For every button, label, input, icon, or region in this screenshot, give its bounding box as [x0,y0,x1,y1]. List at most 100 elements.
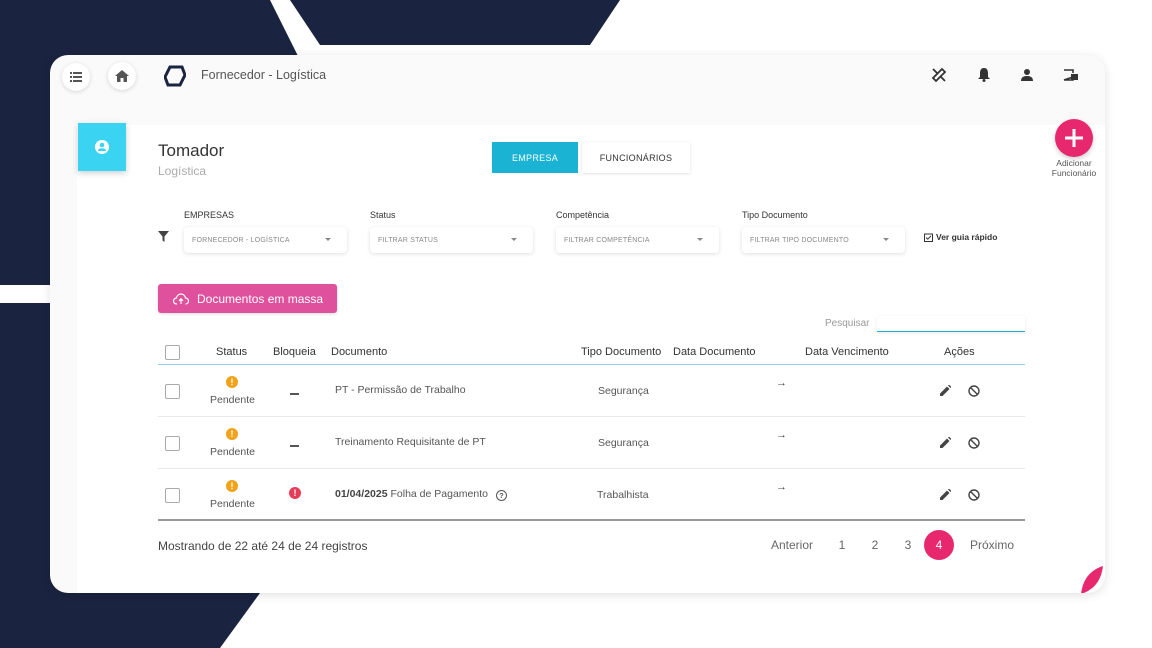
app-window: Fornecedor - Logística Tomador Logística… [50,55,1105,593]
pagination-page-3[interactable]: 3 [893,530,923,560]
pagination-page-1[interactable]: 1 [827,530,857,560]
menu-button[interactable] [62,63,90,91]
pencil-icon[interactable] [940,385,951,396]
row-documento: Treinamento Requisitante de PT [335,436,486,448]
mass-documents-button[interactable]: Documentos em massa [158,284,337,313]
filter-competencia-value: FILTRAR COMPETÊNCIA [564,236,650,244]
plus-icon [1065,129,1083,147]
filter-empresas-value: FORNECEDOR - LOGÍSTICA [192,236,290,244]
profile-avatar [78,123,126,171]
header-data-vencimento: Data Vencimento [805,346,889,358]
row-tipo: Segurança [598,437,649,449]
pagination-page-4[interactable]: 4 [924,530,954,560]
pagination-info: Mostrando de 22 até 24 de 24 registros [158,539,368,553]
tab-empresa[interactable]: EMPRESA [492,142,578,173]
no-block-indicator [290,445,299,447]
decorative-leaf-icon [1081,566,1103,593]
background-shape-top [290,0,620,45]
arrow-right-icon: → [776,377,787,389]
filter-status-value: FILTRAR STATUS [378,236,438,244]
warning-icon: ! [226,480,238,492]
block-alert-icon: ! [289,487,301,499]
block-icon[interactable] [968,489,980,501]
row-documento-name: Treinamento Requisitante de PT [335,436,486,448]
mass-documents-label: Documentos em massa [197,291,324,306]
header-tipo-documento: Tipo Documento [581,346,662,358]
pagination-page-2[interactable]: 2 [860,530,890,560]
table-header: Status Bloqueia Documento Tipo Documento… [158,340,1025,365]
app-title: Fornecedor - Logística [201,68,327,82]
filter-status-label: Status [370,210,396,220]
row-checkbox[interactable] [165,384,180,399]
add-employee-label: Adicionar Funcionário [1040,158,1105,178]
chevron-down-icon [325,238,331,241]
user-button[interactable] [1018,66,1036,84]
tab-funcionarios[interactable]: FUNCIONÁRIOS [582,142,690,173]
header-status: Status [216,346,248,358]
home-button[interactable] [108,62,136,90]
filter-empresas-label: EMPRESAS [184,210,235,220]
chevron-down-icon [511,238,517,241]
row-status: Pendente [210,498,255,510]
checklist-icon [924,233,933,242]
pencil-icon[interactable] [940,489,951,500]
filter-empresas-select[interactable]: FORNECEDOR - LOGÍSTICA [184,227,347,253]
tools-button[interactable] [930,66,948,84]
filter-tipo-documento-value: FILTRAR TIPO DOCUMENTO [750,236,849,244]
account-circle-icon [95,140,109,154]
no-block-indicator [290,393,299,395]
row-checkbox[interactable] [165,436,180,451]
select-all-checkbox[interactable] [165,345,180,360]
row-tipo: Segurança [598,385,649,397]
filter-tipo-documento-label: Tipo Documento [742,210,808,220]
page-subtitle: Logística [158,164,207,178]
add-label-line1: Adicionar [1056,158,1092,168]
filter-status-select[interactable]: FILTRAR STATUS [370,227,533,253]
pagination-next[interactable]: Próximo [962,530,1022,560]
row-documento-name: PT - Permissão de Trabalho [335,384,466,396]
pencil-icon[interactable] [940,437,951,448]
search-input[interactable] [877,316,1025,332]
filter-competencia-select[interactable]: FILTRAR COMPETÊNCIA [556,227,719,253]
row-tipo: Trabalhista [597,489,649,501]
row-documento-name: Folha de Pagamento [390,488,488,500]
chevron-down-icon [697,238,703,241]
tools-icon [931,67,947,83]
arrow-right-icon: → [776,429,787,441]
row-documento: PT - Permissão de Trabalho [335,384,466,396]
add-label-line2: Funcionário [1051,167,1097,178]
header-data-documento: Data Documento [673,346,756,358]
filter-icon [158,231,169,242]
table-row: ! Pendente PT - Permissão de Trabalho Se… [158,365,1025,417]
header-documento: Documento [331,346,388,358]
filter-tipo-documento-select[interactable]: FILTRAR TIPO DOCUMENTO [742,227,905,253]
pagination-prev[interactable]: Anterior [762,530,822,560]
block-icon[interactable] [968,437,980,449]
help-icon[interactable]: ? [495,490,507,501]
row-status: Pendente [210,394,255,406]
filter-competencia-label: Competência [556,210,610,220]
documents-table: Status Bloqueia Documento Tipo Documento… [158,340,1025,521]
warning-icon: ! [226,376,238,388]
row-checkbox[interactable] [165,488,180,503]
table-row: ! Pendente Treinamento Requisitante de P… [158,417,1025,469]
header-acoes: Ações [944,346,975,358]
warning-icon: ! [226,428,238,440]
chevron-down-icon [883,238,889,241]
bell-icon [978,68,990,82]
logout-icon [1063,69,1078,81]
table-row: ! Pendente ! 01/04/2025 Folha de Pagamen… [158,469,1025,521]
logout-button[interactable] [1062,66,1080,84]
page-title: Tomador [158,141,225,160]
block-icon[interactable] [968,385,980,397]
row-documento-date: 01/04/2025 [335,488,388,500]
menu-icon [70,72,82,82]
top-bar: Fornecedor - Logística [50,55,1105,99]
quick-guide-link[interactable]: Ver guia rápido [924,232,997,242]
add-employee-button[interactable] [1055,119,1093,157]
quick-guide-label: Ver guia rápido [936,232,998,242]
cloud-upload-icon [173,292,189,305]
notifications-button[interactable] [975,66,993,84]
row-status: Pendente [210,446,255,458]
arrow-right-icon: → [776,481,787,493]
